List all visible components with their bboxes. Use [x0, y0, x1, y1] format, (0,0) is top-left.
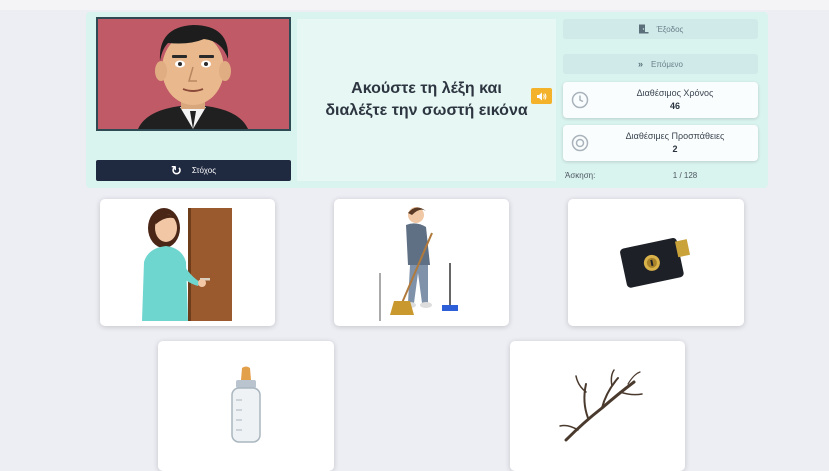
- exercise-label: Άσκηση:: [565, 171, 596, 180]
- attempts-label: Διαθέσιμες Προσπάθειες: [625, 131, 725, 141]
- answer-card-1[interactable]: [100, 199, 275, 326]
- time-remaining-card: Διαθέσιμος Χρόνος 46: [563, 82, 758, 118]
- next-label: Επόμενο: [651, 59, 683, 69]
- target-button-label: Στόχος: [191, 166, 217, 175]
- refresh-icon: ↻: [170, 163, 182, 178]
- door-exit-icon: [638, 24, 649, 34]
- exercise-counter: 1 / 128: [672, 171, 698, 180]
- answer-card-2[interactable]: [334, 199, 509, 326]
- door-lock-icon: [620, 237, 691, 288]
- answer-card-4[interactable]: [158, 341, 334, 471]
- clock-icon: [571, 91, 589, 109]
- time-label: Διαθέσιμος Χρόνος: [636, 88, 714, 98]
- speaker-icon: [537, 92, 547, 100]
- prompt-text: Ακούστε τη λέξη και διαλέξτε την σωστή ε…: [325, 80, 528, 119]
- answer-card-3[interactable]: [568, 199, 744, 326]
- woman-sweeping-broom-icon: [379, 206, 458, 321]
- play-sound-button[interactable]: [531, 88, 552, 104]
- tree-branch-icon: [558, 369, 643, 442]
- answer-card-5[interactable]: [510, 341, 685, 471]
- attempts-remaining-card: Διαθέσιμες Προσπάθειες 2: [563, 125, 758, 161]
- next-button[interactable]: » Επόμενο: [563, 54, 758, 74]
- baby-bottle-icon: [231, 366, 261, 443]
- top-band: [0, 0, 829, 10]
- woman-opening-door-icon: [141, 208, 232, 321]
- prompt-area: Ακούστε τη λέξη και διαλέξτε την σωστή ε…: [297, 19, 556, 181]
- cartoon-man-icon: [98, 19, 289, 129]
- time-value: 46: [669, 101, 680, 111]
- exit-label: Έξοδος: [656, 24, 684, 34]
- double-chevron-right-icon: »: [638, 59, 644, 69]
- attempts-value: 2: [672, 144, 678, 154]
- avatar: [96, 17, 291, 131]
- target-button[interactable]: ↻ Στόχος: [96, 160, 291, 181]
- target-circle-icon: [571, 134, 589, 152]
- exit-button[interactable]: Έξοδος: [563, 19, 758, 39]
